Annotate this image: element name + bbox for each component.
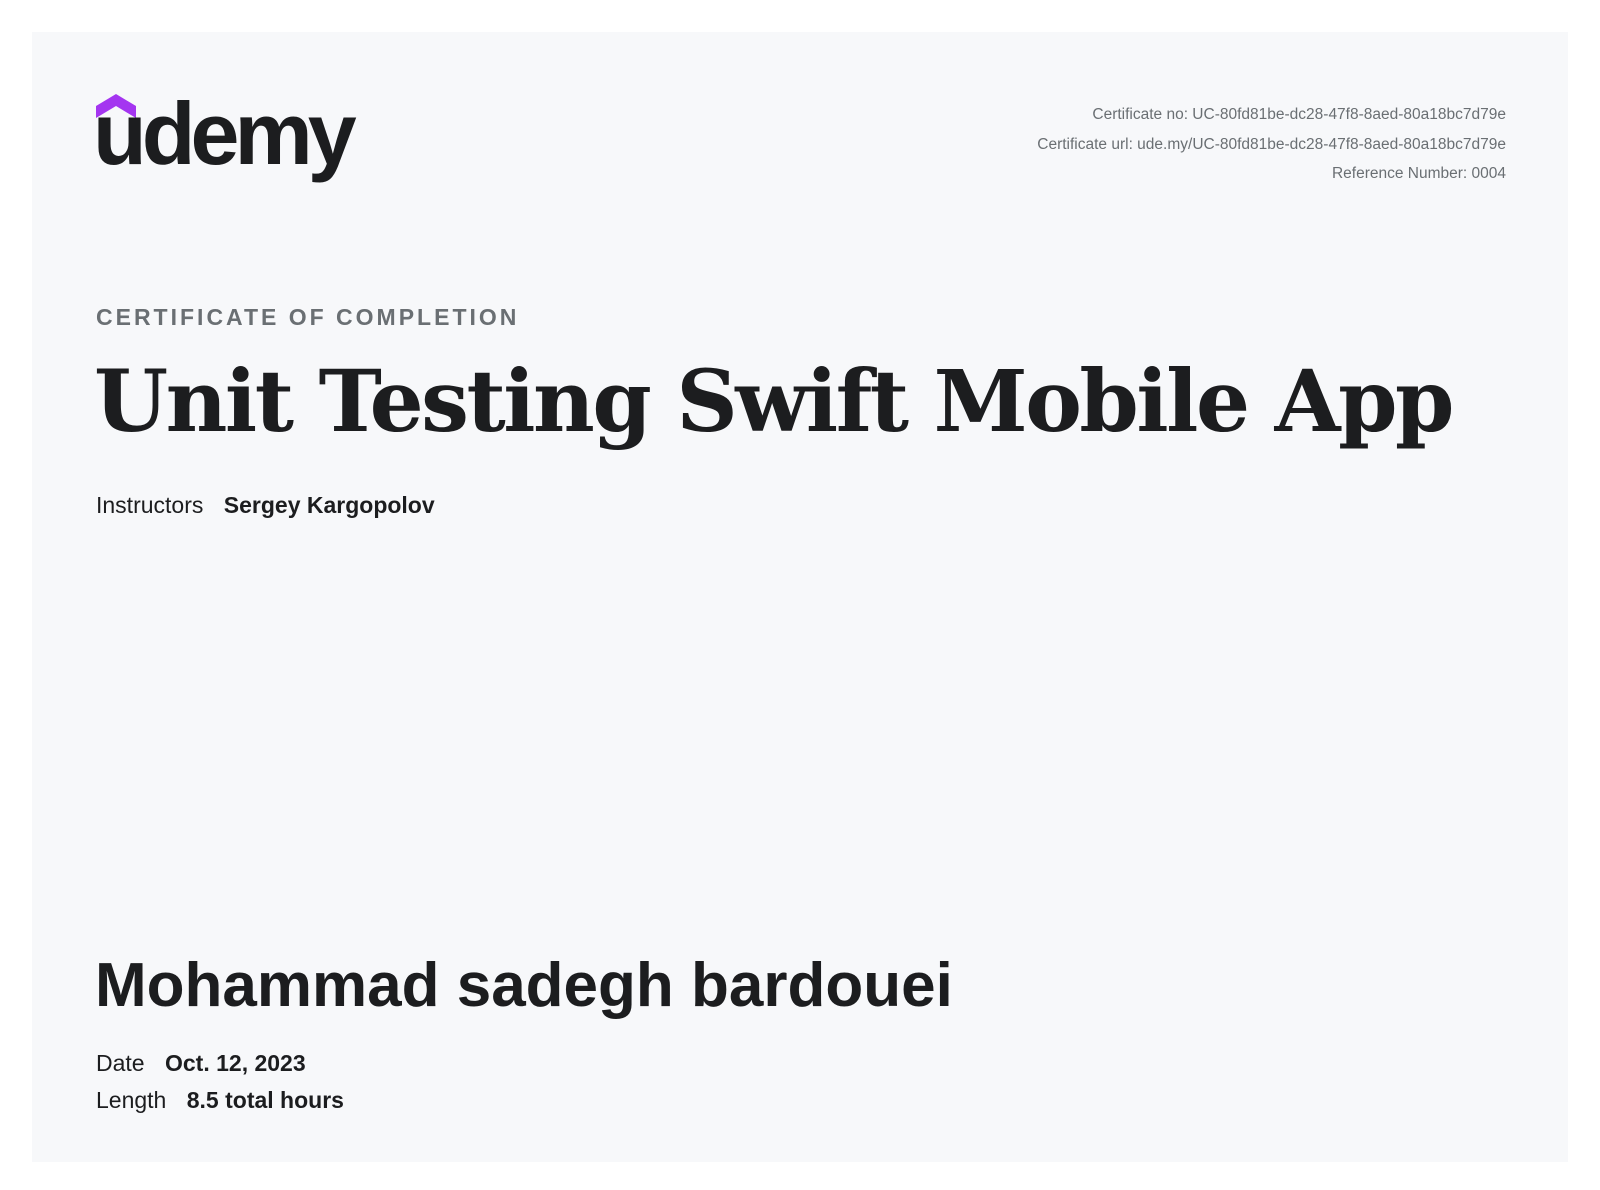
udemy-logo: udemy xyxy=(93,90,366,194)
instructors-value: Sergey Kargopolov xyxy=(223,492,435,518)
certificate-url: Certificate url: ude.my/UC-80fd81be-dc28… xyxy=(1037,135,1506,153)
date-label: Date xyxy=(96,1050,145,1076)
length-row: Length 8.5 total hours xyxy=(96,1087,344,1114)
instructors-row: Instructors Sergey Kargopolov xyxy=(96,492,435,519)
length-value: 8.5 total hours xyxy=(186,1087,344,1113)
certificate-heading: CERTIFICATE OF COMPLETION xyxy=(96,304,520,330)
course-title: Unit Testing Swift Mobile App xyxy=(94,352,1454,452)
length-label: Length xyxy=(96,1087,167,1113)
reference-number: Reference Number: 0004 xyxy=(1331,165,1506,182)
certificate-number: Certificate no: UC-80fd81be-dc28-47f8-8a… xyxy=(1092,106,1506,123)
instructors-label: Instructors xyxy=(96,492,204,518)
logo-wordmark: udemy xyxy=(93,84,357,183)
recipient-name: Mohammad sadegh bardouei xyxy=(95,951,953,1020)
date-value: Oct. 12, 2023 xyxy=(164,1050,306,1076)
certificate-meta: Certificate no: UC-80fd81be-dc28-47f8-8a… xyxy=(1037,100,1506,189)
date-row: Date Oct. 12, 2023 xyxy=(96,1050,306,1077)
